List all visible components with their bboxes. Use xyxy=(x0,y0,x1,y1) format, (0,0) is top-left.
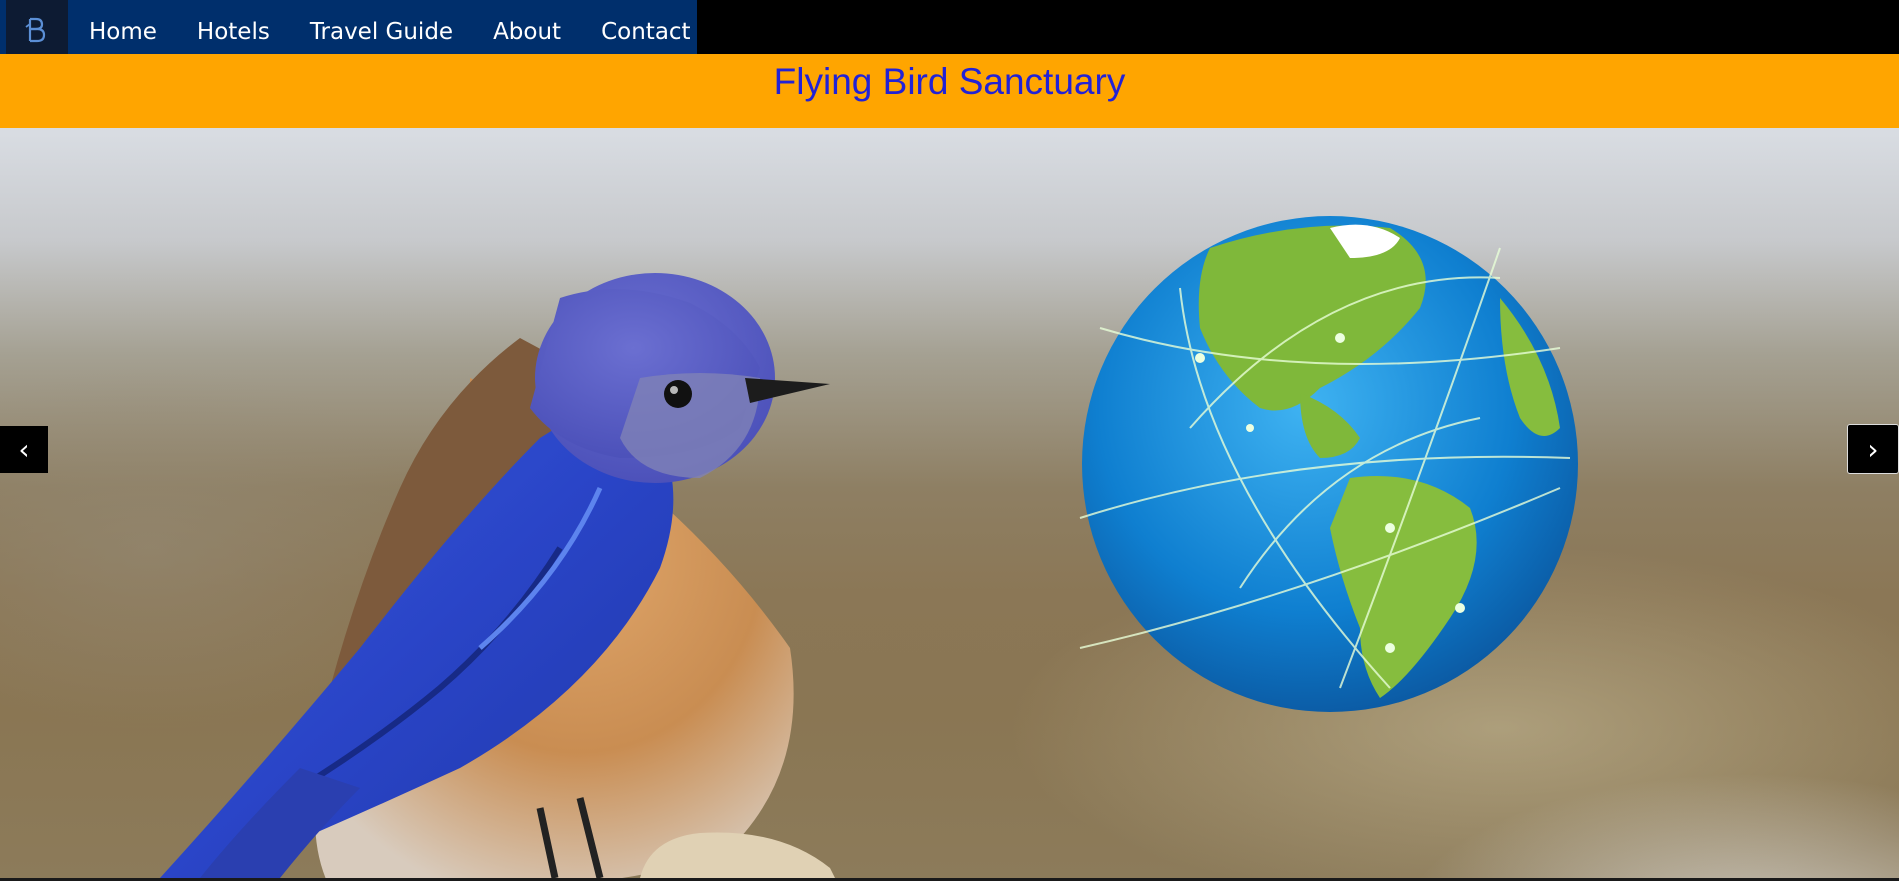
site-logo[interactable] xyxy=(6,0,68,60)
carousel-next-button[interactable]: › xyxy=(1847,424,1899,474)
bird-logo-icon xyxy=(25,17,46,43)
page-title: Flying Bird Sanctuary xyxy=(773,61,1126,102)
image-carousel: ‹ › xyxy=(0,128,1899,878)
carousel-prev-button[interactable]: ‹ xyxy=(0,426,48,473)
globe-network-image xyxy=(1079,216,1578,712)
